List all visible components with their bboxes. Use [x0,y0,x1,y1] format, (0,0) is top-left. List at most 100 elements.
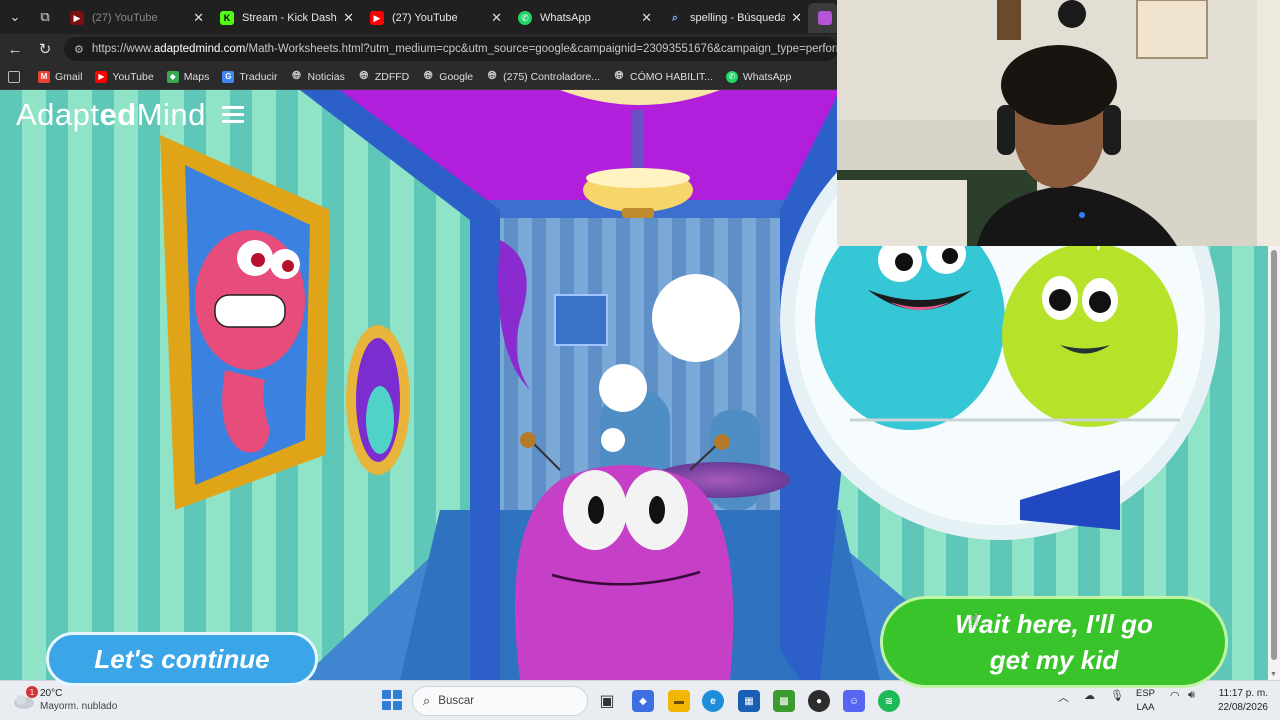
url-domain: adaptedmind.com [153,43,246,55]
oval-mirror [346,325,410,475]
logo-part: Adapt [16,97,100,132]
weather-condition: Mayorm. nublado [40,701,118,712]
cloud-sync-icon[interactable]: ☁ [1084,689,1095,702]
tab-youtube-1[interactable]: ▶ (27) YouTube ✕ [60,3,210,33]
menu-icon[interactable] [222,106,244,124]
close-icon[interactable]: ✕ [193,10,204,26]
globe-icon: 🌐︎ [359,70,369,82]
workspaces-icon: ⧉ [40,9,50,24]
site-info-icon: ⚙ [74,43,84,56]
task-view-icon[interactable]: ▣ [596,690,618,712]
webcam-overlay [837,0,1280,246]
file-explorer-icon[interactable]: ▬ [668,690,690,712]
windows-start-button[interactable] [382,690,402,710]
bookmark-traducir[interactable]: G Traducir [222,70,278,83]
tab-title: Stream - Kick Dashboard [242,12,337,24]
tab-title: WhatsApp [540,12,591,24]
bookmark-youtube[interactable]: ▶ YouTube [95,70,154,83]
reading-list-icon [8,70,20,83]
lets-continue-label: Let's continue [94,643,270,674]
url-path: /Math-Worksheets.html?utm_medium=cpc&utm… [245,43,838,55]
logo-part: ed [99,97,137,132]
bookmark-label: ZDFFD [374,70,410,83]
back-button[interactable]: ← [0,34,30,64]
bookmark-zdffd[interactable]: 🌐︎ ZDFFD [358,70,410,83]
bookmark-label: Traducir [239,70,278,83]
close-icon[interactable]: ✕ [491,10,502,26]
kick-icon: K [220,11,234,25]
bookmark-label: Gmail [55,70,83,83]
clock-date: 22/08/2026 [1217,702,1268,713]
reload-icon: ↻ [38,41,52,58]
whatsapp-icon: ✆ [725,70,738,83]
taskbar-search-box[interactable]: ⌕ Buscar [412,686,588,716]
weather-temperature: 20°C [40,688,63,699]
wait-here-button[interactable]: Wait here, I'll go get my kid [880,596,1228,688]
chrome-icon[interactable]: ● [808,690,830,712]
chevron-down-icon: ⌄ [9,9,21,24]
microsoft-store-icon[interactable]: ▦ [738,690,760,712]
bookmark-gmail[interactable]: M Gmail [38,70,83,83]
reading-list-button[interactable] [8,70,25,83]
webcam-feed [837,0,1280,246]
tab-kick-dashboard[interactable]: K Stream - Kick Dashboard ✕ [210,3,360,33]
minecraft-icon[interactable]: ▩ [773,690,795,712]
bookmark-como-habilit[interactable]: 🌐︎ CÓMO HABILIT... [613,70,713,83]
url-input[interactable]: ⚙ https://www. adaptedmind.com/Math-Works… [64,37,838,61]
microphone-icon[interactable]: 🎙︎ [1110,689,1124,702]
bookmark-noticias[interactable]: 🌐︎ Noticias [291,70,345,83]
wifi-icon[interactable]: ◠ [1170,689,1180,702]
scroll-down-icon[interactable]: ▼ [1270,671,1277,678]
globe-icon: 🌐︎ [614,70,624,82]
browser-tab-bar: ⌄ ⧉ ▶ (27) YouTube ✕ K Stream - Kick Das… [0,0,838,34]
bookmark-maps[interactable]: ◆ Maps [166,70,209,83]
scrollbar-thumb[interactable] [1271,250,1277,660]
chevron-up-icon[interactable]: ︿ [1058,689,1069,705]
bookmark-label: YouTube [112,70,154,83]
volume-icon[interactable]: 🔊︎ [1188,689,1195,702]
language-code: ESP [1136,688,1156,699]
globe-icon: 🌐︎ [423,70,433,82]
lets-continue-button[interactable]: Let's continue [46,632,318,686]
spotify-icon[interactable]: ≋ [878,690,900,712]
tab-youtube-2[interactable]: ▶ (27) YouTube ✕ [360,3,508,33]
search-icon: ⌕ [671,11,679,24]
tab-list-button[interactable]: ⌄ [0,0,30,34]
maps-icon: ◆ [166,70,179,83]
bookmark-label: Google [439,70,474,83]
bookmark-label: (275) Controladore... [503,70,601,83]
wait-line-2: get my kid [989,645,1119,675]
system-clock[interactable]: 11:17 p. m. 22/08/2026 [1218,687,1268,715]
tab-title: spelling - Búsqueda [690,12,786,24]
logo-part: Mind [136,97,206,132]
whatsapp-icon: ✆ [518,11,532,25]
discord-icon[interactable]: ☺ [843,690,865,712]
bookmark-label: Noticias [307,70,345,83]
language-indicator[interactable]: ESP LAA [1136,687,1155,715]
edge-icon[interactable]: e [702,690,724,712]
keyboard-layout: LAA [1136,702,1155,713]
tab-spelling-search[interactable]: ⌕ spelling - Búsqueda ✕ [658,3,808,33]
workspaces-button[interactable]: ⧉ [30,0,60,34]
weather-text: 20°C Mayorm. nublado [40,687,117,713]
close-icon[interactable]: ✕ [791,10,802,26]
weather-widget[interactable]: 1 20°C Mayorm. nublado [12,686,117,713]
tab-adaptedmind[interactable] [808,3,838,33]
microsoft-365-icon[interactable]: ◆ [632,690,654,712]
close-icon[interactable]: ✕ [343,10,354,26]
wait-line-1: Wait here, I'll go [955,609,1153,639]
url-prefix: https://www. [91,43,154,55]
reload-button[interactable]: ↻ [30,34,60,64]
wait-here-label: Wait here, I'll go get my kid [955,606,1153,678]
youtube-icon: ▶ [70,11,84,25]
bookmark-google[interactable]: 🌐︎ Google [422,70,474,83]
bookmark-controladores[interactable]: 🌐︎ (275) Controladore... [486,70,601,83]
close-icon[interactable]: ✕ [641,10,652,26]
address-bar-row: ← ↻ ⚙ https://www. adaptedmind.com/Math-W… [0,34,838,64]
bookmarks-bar: M Gmail ▶ YouTube ◆ Maps G Traducir 🌐︎ Notici… [0,64,838,90]
mouse-cursor-icon: ☝ [968,610,979,630]
adaptedmind-logo[interactable]: AdaptedMind [16,97,206,133]
bookmark-whatsapp[interactable]: ✆ WhatsApp [725,70,791,83]
tab-whatsapp[interactable]: ✆ WhatsApp ✕ [508,3,658,33]
youtube-icon: ▶ [95,70,108,83]
